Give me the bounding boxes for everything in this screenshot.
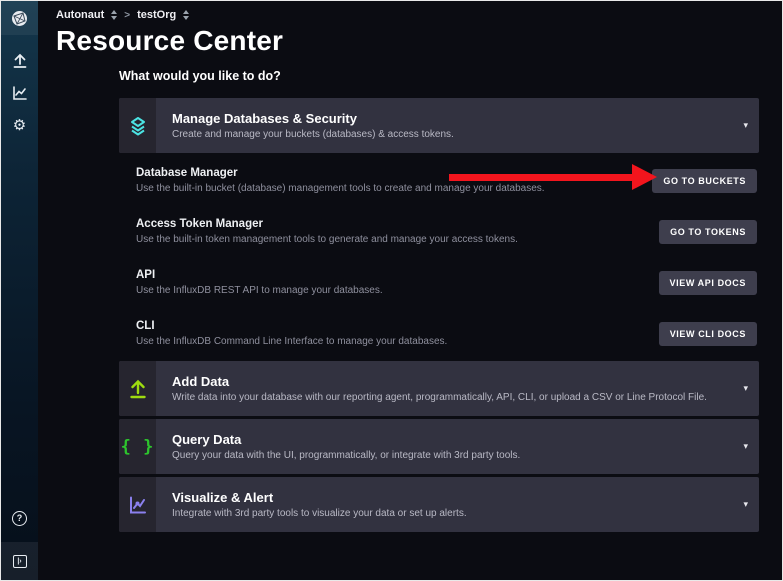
panel-add-data-header[interactable]: Add Data Write data into your database w… (119, 361, 759, 416)
breadcrumb-org[interactable]: testOrg (137, 9, 176, 21)
row-title: API (136, 269, 383, 281)
page-title: Resource Center (56, 25, 782, 57)
panel-title: Add Data (172, 374, 743, 389)
account-switcher-icon[interactable] (111, 10, 117, 20)
docs-nav-icon[interactable]: |› (1, 542, 38, 580)
panel-query-data: { } Query Data Query your data with the … (119, 419, 759, 474)
panel-visualize-alert-header[interactable]: Visualize & Alert Integrate with 3rd par… (119, 477, 759, 532)
panel-title: Manage Databases & Security (172, 111, 743, 126)
row-description: Use the built-in token management tools … (136, 234, 518, 245)
go-to-buckets-button[interactable]: GO TO BUCKETS (652, 169, 757, 193)
view-cli-docs-button[interactable]: VIEW CLI DOCS (659, 322, 757, 346)
prompt-heading: What would you like to do? (119, 69, 782, 83)
row-text: CLI Use the InfluxDB Command Line Interf… (136, 320, 447, 347)
panel-titles: Add Data Write data into your database w… (156, 361, 743, 416)
breadcrumb-account[interactable]: Autonaut (56, 9, 104, 21)
panel-manage-databases-rows: Database Manager Use the built-in bucket… (119, 153, 759, 361)
panel-titles: Query Data Query your data with the UI, … (156, 419, 743, 474)
row-title: Database Manager (136, 167, 545, 179)
row-api: API Use the InfluxDB REST API to manage … (119, 257, 759, 308)
chevron-down-icon[interactable]: ▾ (743, 361, 759, 416)
go-to-tokens-button[interactable]: GO TO TOKENS (659, 220, 757, 244)
graphs-nav-icon[interactable] (1, 77, 38, 109)
view-api-docs-button[interactable]: VIEW API DOCS (659, 271, 757, 295)
panel-title: Visualize & Alert (172, 490, 743, 505)
panel-query-data-header[interactable]: { } Query Data Query your data with the … (119, 419, 759, 474)
panel-titles: Visualize & Alert Integrate with 3rd par… (156, 477, 743, 532)
row-description: Use the InfluxDB Command Line Interface … (136, 336, 447, 347)
row-access-token-manager: Access Token Manager Use the built-in to… (119, 206, 759, 257)
influxdb-logo[interactable] (1, 1, 38, 35)
main-content: Autonaut > testOrg Resource Center What … (38, 1, 782, 580)
row-text: Database Manager Use the built-in bucket… (136, 167, 545, 194)
layers-icon (119, 98, 156, 153)
braces-glyph: { } (121, 437, 155, 457)
resource-center-page: { "breadcrumb": { "org": "Autonaut", "se… (0, 0, 783, 581)
panel-add-data: Add Data Write data into your database w… (119, 361, 759, 416)
breadcrumb-separator: > (124, 10, 130, 21)
help-icon: ? (12, 511, 27, 526)
panel-subtitle: Query your data with the UI, programmati… (172, 450, 743, 461)
settings-nav-icon[interactable]: ⚙ (1, 109, 38, 141)
row-title: Access Token Manager (136, 218, 518, 230)
panel-visualize-alert: Visualize & Alert Integrate with 3rd par… (119, 477, 759, 532)
panel-title: Query Data (172, 432, 743, 447)
breadcrumb: Autonaut > testOrg (38, 1, 782, 21)
upload-icon (119, 361, 156, 416)
chevron-down-icon[interactable]: ▾ (743, 98, 759, 153)
panel-subtitle: Write data into your database with our r… (172, 392, 743, 403)
braces-icon: { } (119, 419, 156, 474)
row-title: CLI (136, 320, 447, 332)
org-switcher-icon[interactable] (183, 10, 189, 20)
row-text: Access Token Manager Use the built-in to… (136, 218, 518, 245)
panels-list: Manage Databases & Security Create and m… (119, 98, 759, 532)
gear-icon: ⚙ (13, 118, 26, 133)
panel-manage-databases-header[interactable]: Manage Databases & Security Create and m… (119, 98, 759, 153)
row-description: Use the InfluxDB REST API to manage your… (136, 285, 383, 296)
row-description: Use the built-in bucket (database) manag… (136, 183, 545, 194)
help-nav-icon[interactable]: ? (1, 502, 38, 534)
panel-manage-databases: Manage Databases & Security Create and m… (119, 98, 759, 361)
docs-icon: |› (13, 555, 27, 568)
row-cli: CLI Use the InfluxDB Command Line Interf… (119, 308, 759, 359)
chart-icon (119, 477, 156, 532)
panel-titles: Manage Databases & Security Create and m… (156, 98, 743, 153)
panel-subtitle: Integrate with 3rd party tools to visual… (172, 508, 743, 519)
panel-subtitle: Create and manage your buckets (database… (172, 129, 743, 140)
upload-nav-icon[interactable] (1, 45, 38, 77)
row-text: API Use the InfluxDB REST API to manage … (136, 269, 383, 296)
row-database-manager: Database Manager Use the built-in bucket… (119, 155, 759, 206)
chevron-down-icon[interactable]: ▾ (743, 477, 759, 532)
sidebar: ⚙ ? |› (1, 1, 38, 580)
chevron-down-icon[interactable]: ▾ (743, 419, 759, 474)
